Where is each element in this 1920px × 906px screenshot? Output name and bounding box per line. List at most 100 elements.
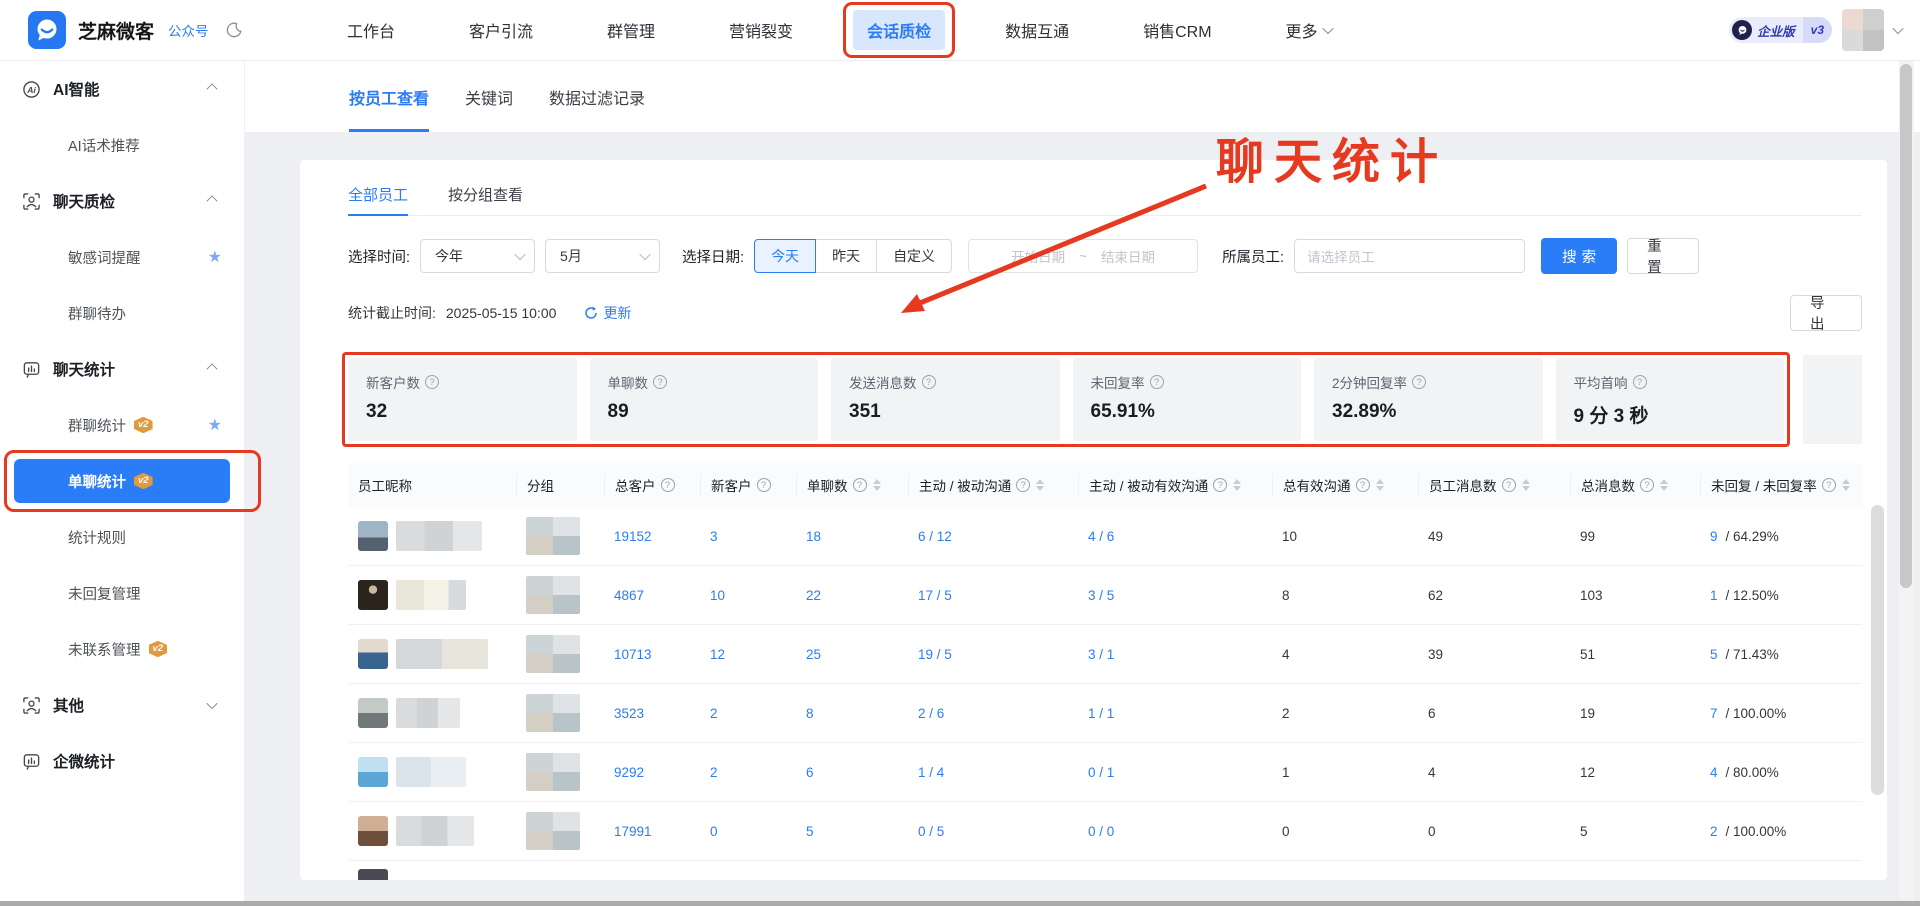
help-icon[interactable]: ? — [1822, 478, 1836, 492]
cell-value[interactable]: 3 — [710, 529, 718, 544]
date-button-1[interactable]: 今天 — [754, 239, 816, 273]
unreplied-count[interactable]: 5 — [1710, 647, 1718, 662]
unreplied-count[interactable]: 1 — [1710, 588, 1718, 603]
nav-item-7[interactable]: 销售CRM — [1129, 10, 1225, 50]
help-icon[interactable]: ? — [1412, 375, 1426, 389]
cell-active_passive_effective[interactable]: 0 / 1 — [1078, 765, 1272, 780]
sort-control[interactable] — [1376, 479, 1384, 491]
cell-value[interactable]: 0 / 5 — [918, 824, 944, 839]
reset-button[interactable]: 重置 — [1627, 238, 1699, 274]
cell-value[interactable]: 6 — [806, 765, 814, 780]
nav-item-8[interactable]: 更多 — [1272, 10, 1346, 50]
page-tab-2[interactable]: 关键词 — [465, 61, 513, 132]
cell-new_customers[interactable]: 10 — [700, 588, 796, 603]
cell-value[interactable]: 5 — [806, 824, 814, 839]
page-tab-1[interactable]: 按员工查看 — [349, 61, 429, 132]
sidebar-item[interactable]: AI话术推荐 — [0, 117, 244, 173]
table-scrollbar-thumb[interactable] — [1871, 505, 1884, 795]
sidebar-group[interactable]: 聊天质检 — [0, 173, 244, 229]
cell-value[interactable]: 0 — [710, 824, 718, 839]
cell-active_passive_effective[interactable]: 3 / 1 — [1078, 647, 1272, 662]
horizontal-scrollbar[interactable] — [0, 901, 1920, 906]
cell-value[interactable]: 25 — [806, 647, 821, 662]
help-icon[interactable]: ? — [853, 478, 867, 492]
sidebar-item[interactable]: 单聊统计v2 — [0, 453, 244, 509]
cell-value[interactable]: 6 / 12 — [918, 529, 952, 544]
cell-value[interactable]: 3 / 1 — [1088, 647, 1114, 662]
cell-active_passive[interactable]: 17 / 5 — [908, 588, 1078, 603]
cell-value[interactable]: 19 / 5 — [918, 647, 952, 662]
cell-new_customers[interactable]: 0 — [700, 824, 796, 839]
cell-value[interactable]: 17991 — [614, 824, 652, 839]
vertical-scrollbar-thumb[interactable] — [1900, 64, 1912, 588]
cell-value[interactable]: 1 / 4 — [918, 765, 944, 780]
moon-icon[interactable] — [225, 21, 243, 39]
help-icon[interactable]: ? — [922, 375, 936, 389]
chevron-down-icon[interactable] — [1892, 23, 1903, 34]
sort-control[interactable] — [1842, 479, 1850, 491]
cell-value[interactable]: 10713 — [614, 647, 652, 662]
cell-value[interactable]: 17 / 5 — [918, 588, 952, 603]
cell-value[interactable]: 2 / 6 — [918, 706, 944, 721]
employee-select-input[interactable]: 请选择员工 — [1294, 239, 1525, 273]
cell-new_customers[interactable]: 12 — [700, 647, 796, 662]
sidebar-group[interactable]: AiAI智能 — [0, 61, 244, 117]
unreplied-count[interactable]: 4 — [1710, 765, 1718, 780]
sidebar-item[interactable]: 敏感词提醒 — [0, 229, 244, 285]
unreplied-count[interactable]: 7 — [1710, 706, 1718, 721]
sidebar-item[interactable]: 未联系管理v2 — [0, 621, 244, 677]
cell-total_customers[interactable]: 19152 — [604, 529, 700, 544]
cell-total_customers[interactable]: 10713 — [604, 647, 700, 662]
search-button[interactable]: 搜索 — [1541, 238, 1617, 274]
cell-value[interactable]: 0 / 1 — [1088, 765, 1114, 780]
cell-value[interactable]: 1 / 1 — [1088, 706, 1114, 721]
cell-active_passive[interactable]: 0 / 5 — [908, 824, 1078, 839]
help-icon[interactable]: ? — [1016, 478, 1030, 492]
cell-chat_count[interactable]: 18 — [796, 529, 908, 544]
cell-total_customers[interactable]: 3523 — [604, 706, 700, 721]
cell-chat_count[interactable]: 5 — [796, 824, 908, 839]
nav-item-1[interactable]: 工作台 — [333, 10, 409, 50]
nav-item-4[interactable]: 营销裂变 — [715, 10, 807, 50]
help-icon[interactable]: ? — [1356, 478, 1370, 492]
help-icon[interactable]: ? — [757, 478, 771, 492]
cell-active_passive_effective[interactable]: 4 / 6 — [1078, 529, 1272, 544]
unreplied-count[interactable]: 2 — [1710, 824, 1718, 839]
cell-new_customers[interactable]: 3 — [700, 529, 796, 544]
date-button-2[interactable]: 昨天 — [815, 239, 877, 273]
cell-new_customers[interactable]: 2 — [700, 765, 796, 780]
cell-total_customers[interactable]: 9292 — [604, 765, 700, 780]
nav-item-6[interactable]: 数据互通 — [991, 10, 1083, 50]
sort-control[interactable] — [1233, 479, 1241, 491]
cell-value[interactable]: 9292 — [614, 765, 644, 780]
help-icon[interactable]: ? — [1502, 478, 1516, 492]
date-range-input[interactable]: 开始日期 ~ 结束日期 — [968, 239, 1198, 273]
sidebar-item[interactable]: 统计规则 — [0, 509, 244, 565]
official-account-link[interactable]: 公众号 — [168, 20, 209, 40]
cell-active_passive[interactable]: 19 / 5 — [908, 647, 1078, 662]
sidebar-item[interactable]: 群聊统计v2 — [0, 397, 244, 453]
cell-active_passive_effective[interactable]: 0 / 0 — [1078, 824, 1272, 839]
unreplied-count[interactable]: 9 — [1710, 529, 1718, 544]
cell-active_passive[interactable]: 2 / 6 — [908, 706, 1078, 721]
cell-total_customers[interactable]: 4867 — [604, 588, 700, 603]
cell-value[interactable]: 4867 — [614, 588, 644, 603]
cell-value[interactable]: 10 — [710, 588, 725, 603]
nav-item-3[interactable]: 群管理 — [593, 10, 669, 50]
cell-active_passive[interactable]: 1 / 4 — [908, 765, 1078, 780]
year-select[interactable]: 今年 — [420, 239, 535, 273]
cell-value[interactable]: 22 — [806, 588, 821, 603]
help-icon[interactable]: ? — [1213, 478, 1227, 492]
cell-value[interactable]: 2 — [710, 765, 718, 780]
help-icon[interactable]: ? — [1640, 478, 1654, 492]
nav-item-5[interactable]: 会话质检 — [853, 10, 945, 50]
cell-value[interactable]: 12 — [710, 647, 725, 662]
nav-item-2[interactable]: 客户引流 — [455, 10, 547, 50]
user-avatar[interactable] — [1842, 9, 1884, 51]
cell-value[interactable]: 0 / 0 — [1088, 824, 1114, 839]
cell-value[interactable]: 4 / 6 — [1088, 529, 1114, 544]
cell-value[interactable]: 19152 — [614, 529, 652, 544]
sidebar-group[interactable]: 聊天统计 — [0, 341, 244, 397]
help-icon[interactable]: ? — [661, 478, 675, 492]
view-tab-2[interactable]: 按分组查看 — [448, 174, 523, 215]
